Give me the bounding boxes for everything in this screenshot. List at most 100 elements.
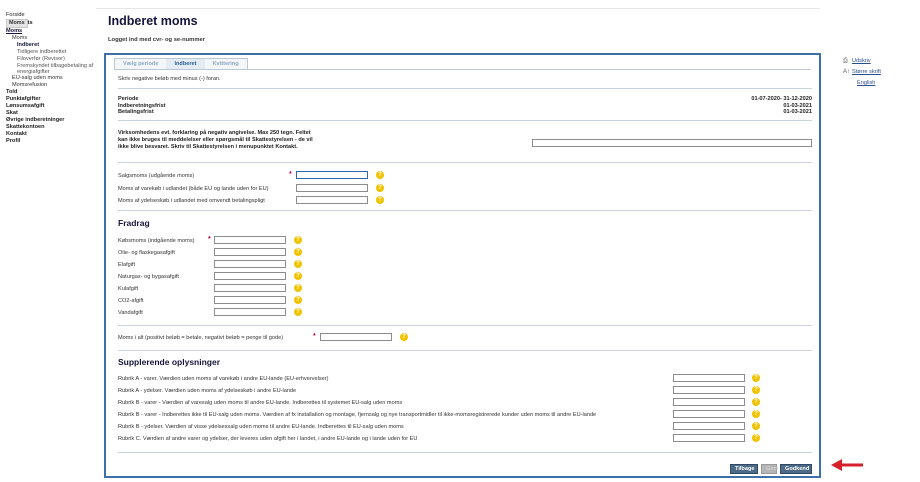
login-info: Logget ind med cvr- og se-nummer xyxy=(108,37,205,43)
ydelseskob-udland-label: Moms af ydelseskøb i udlandet med omvend… xyxy=(118,198,265,204)
nav-item-punktafgifter[interactable]: Punktafgifter xyxy=(6,96,98,103)
nav-item-fragment: ts xyxy=(27,20,33,26)
rubrik-b-ydelser-label: Rubrik B - ydelser. Værdien af visse yde… xyxy=(118,424,404,430)
help-icon[interactable]: ? xyxy=(294,308,302,316)
print-link[interactable]: ⎙ Udskriv xyxy=(843,56,918,67)
kulafgift-input[interactable] xyxy=(214,284,286,292)
period-label: Periode xyxy=(118,96,139,102)
right-links: ⎙ Udskriv A↑ Større skrift English xyxy=(843,56,918,89)
fradrag-heading: Fradrag xyxy=(118,218,150,228)
salgsmoms-label: Salgsmoms (udgående moms) xyxy=(118,173,195,179)
divider xyxy=(118,162,812,163)
nav-item-skat[interactable]: Skat xyxy=(6,110,98,117)
deadline-label: Indberetningsfrist xyxy=(118,102,166,109)
tab-kvittering[interactable]: Kvittering xyxy=(204,59,247,69)
divider xyxy=(118,210,812,211)
nav-item-indberet[interactable]: Indberet xyxy=(6,42,98,49)
help-icon[interactable]: ? xyxy=(294,260,302,268)
co2-afgift-input[interactable] xyxy=(214,296,286,304)
explanation-input[interactable] xyxy=(532,139,812,147)
rubrik-b-varer-ikke-eu-label: Rubrik B - varer - Indberettes ikke til … xyxy=(118,412,597,418)
nav-item-lonsumsafgift[interactable]: Lønsumsafgift xyxy=(6,103,98,110)
page-title: Indberet moms xyxy=(108,14,198,28)
rubrik-a-varer-input[interactable] xyxy=(673,374,745,382)
save-button[interactable]: Gem xyxy=(761,464,778,474)
approve-button[interactable]: Godkend xyxy=(780,464,812,474)
kulafgift-label: Kulafgift xyxy=(118,286,139,292)
red-arrow-icon xyxy=(831,459,863,471)
olie-flaskegas-input[interactable] xyxy=(214,248,286,256)
salgsmoms-input[interactable] xyxy=(296,171,368,179)
help-icon[interactable]: ? xyxy=(376,171,384,179)
divider xyxy=(118,452,812,453)
olie-flaskegas-label: Olie- og flaskegasafgift xyxy=(118,250,175,256)
help-icon[interactable]: ? xyxy=(752,398,760,406)
payment-deadline-value: 01-03-2021 xyxy=(783,109,812,115)
print-icon: ⎙ xyxy=(843,58,848,64)
help-icon[interactable]: ? xyxy=(752,434,760,442)
nav-item-moms-tooltip-row: Moms ts xyxy=(6,19,98,28)
kobsmoms-label: Købsmoms (indgående moms) xyxy=(118,238,195,244)
nav-item-forside[interactable]: Forside xyxy=(6,12,98,19)
help-icon[interactable]: ? xyxy=(294,248,302,256)
varekob-udland-input[interactable] xyxy=(296,184,368,192)
varekob-udland-label: Moms af varekøb i udlandet (både EU og l… xyxy=(118,186,269,192)
nav-item-told[interactable]: Told xyxy=(6,89,98,96)
help-icon[interactable]: ? xyxy=(294,236,302,244)
vandafgift-input[interactable] xyxy=(214,308,286,316)
rubrik-b-ydelser-input[interactable] xyxy=(673,422,745,430)
nav-item-fremskyndet[interactable]: Fremskyndet tilbagebetaling af energiafg… xyxy=(6,63,98,75)
nav-item-profil[interactable]: Profil xyxy=(6,138,98,145)
naturgas-label: Naturgas- og bygasafgift xyxy=(118,274,179,280)
rubrik-c-input[interactable] xyxy=(673,434,745,442)
moms-i-alt-label: Moms i alt (positivt beløb = betale, neg… xyxy=(118,335,284,341)
help-icon[interactable]: ? xyxy=(294,272,302,280)
required-marker: * xyxy=(208,236,211,243)
nav-item-eu-salg[interactable]: EU-salg uden moms xyxy=(6,75,98,82)
explanation-label: Virksomhedens evt. forklaring på negativ… xyxy=(118,130,313,150)
required-marker: * xyxy=(289,171,292,178)
co2-afgift-label: CO2-afgift xyxy=(118,298,144,304)
help-icon[interactable]: ? xyxy=(752,422,760,430)
nav-item-ovrige[interactable]: Øvrige indberetninger xyxy=(6,117,98,124)
back-button[interactable]: Tilbage xyxy=(730,464,758,474)
rubrik-b-varer-ikke-eu-input[interactable] xyxy=(673,410,745,418)
nav-item-filoverfor[interactable]: Filoverfør (Revisor) xyxy=(6,56,98,63)
help-icon[interactable]: ? xyxy=(752,386,760,394)
nav-item-skattekontoen[interactable]: Skattekontoen xyxy=(6,124,98,131)
payment-deadline-label: Betalingsfrist xyxy=(118,109,154,115)
help-icon[interactable]: ? xyxy=(752,410,760,418)
form-frame: Vælg periode Indberet Kvittering Skriv n… xyxy=(104,53,821,478)
help-icon[interactable]: ? xyxy=(752,374,760,382)
deadline-value: 01-03-2021 xyxy=(783,102,812,109)
help-icon[interactable]: ? xyxy=(376,184,384,192)
tooltip: Moms xyxy=(6,19,28,28)
vandafgift-label: Vandafgift xyxy=(118,310,143,316)
naturgas-input[interactable] xyxy=(214,272,286,280)
rubrik-b-varer-input[interactable] xyxy=(673,398,745,406)
nav-item-moms[interactable]: Moms xyxy=(6,28,98,35)
nav-item-tidligere[interactable]: Tidligere indberettet xyxy=(6,49,98,56)
help-icon[interactable]: ? xyxy=(294,296,302,304)
rubrik-a-ydelser-input[interactable] xyxy=(673,386,745,394)
tab-divider xyxy=(114,69,811,70)
kobsmoms-input[interactable] xyxy=(214,236,286,244)
elafgift-input[interactable] xyxy=(214,260,286,268)
help-icon[interactable]: ? xyxy=(400,333,408,341)
help-icon[interactable]: ? xyxy=(294,284,302,292)
ydelseskob-udland-input[interactable] xyxy=(296,196,368,204)
bigger-text-link[interactable]: A↑ Større skrift xyxy=(843,67,918,78)
english-link[interactable]: English xyxy=(843,78,918,89)
divider xyxy=(118,325,812,326)
nav-item-kontakt[interactable]: Kontakt xyxy=(6,131,98,138)
tab-indberet[interactable]: Indberet xyxy=(166,59,205,69)
divider xyxy=(118,120,812,121)
divider xyxy=(118,88,812,89)
tab-vaelg-periode[interactable]: Vælg periode xyxy=(115,59,167,69)
nav-item-moms-sub[interactable]: Moms xyxy=(6,35,98,42)
nav-item-label: Forside xyxy=(6,12,25,18)
nav-item-momsrefusion[interactable]: Momsrefusion xyxy=(6,82,98,89)
moms-i-alt-input[interactable] xyxy=(320,333,392,341)
step-tabs: Vælg periode Indberet Kvittering xyxy=(114,58,248,69)
help-icon[interactable]: ? xyxy=(376,196,384,204)
